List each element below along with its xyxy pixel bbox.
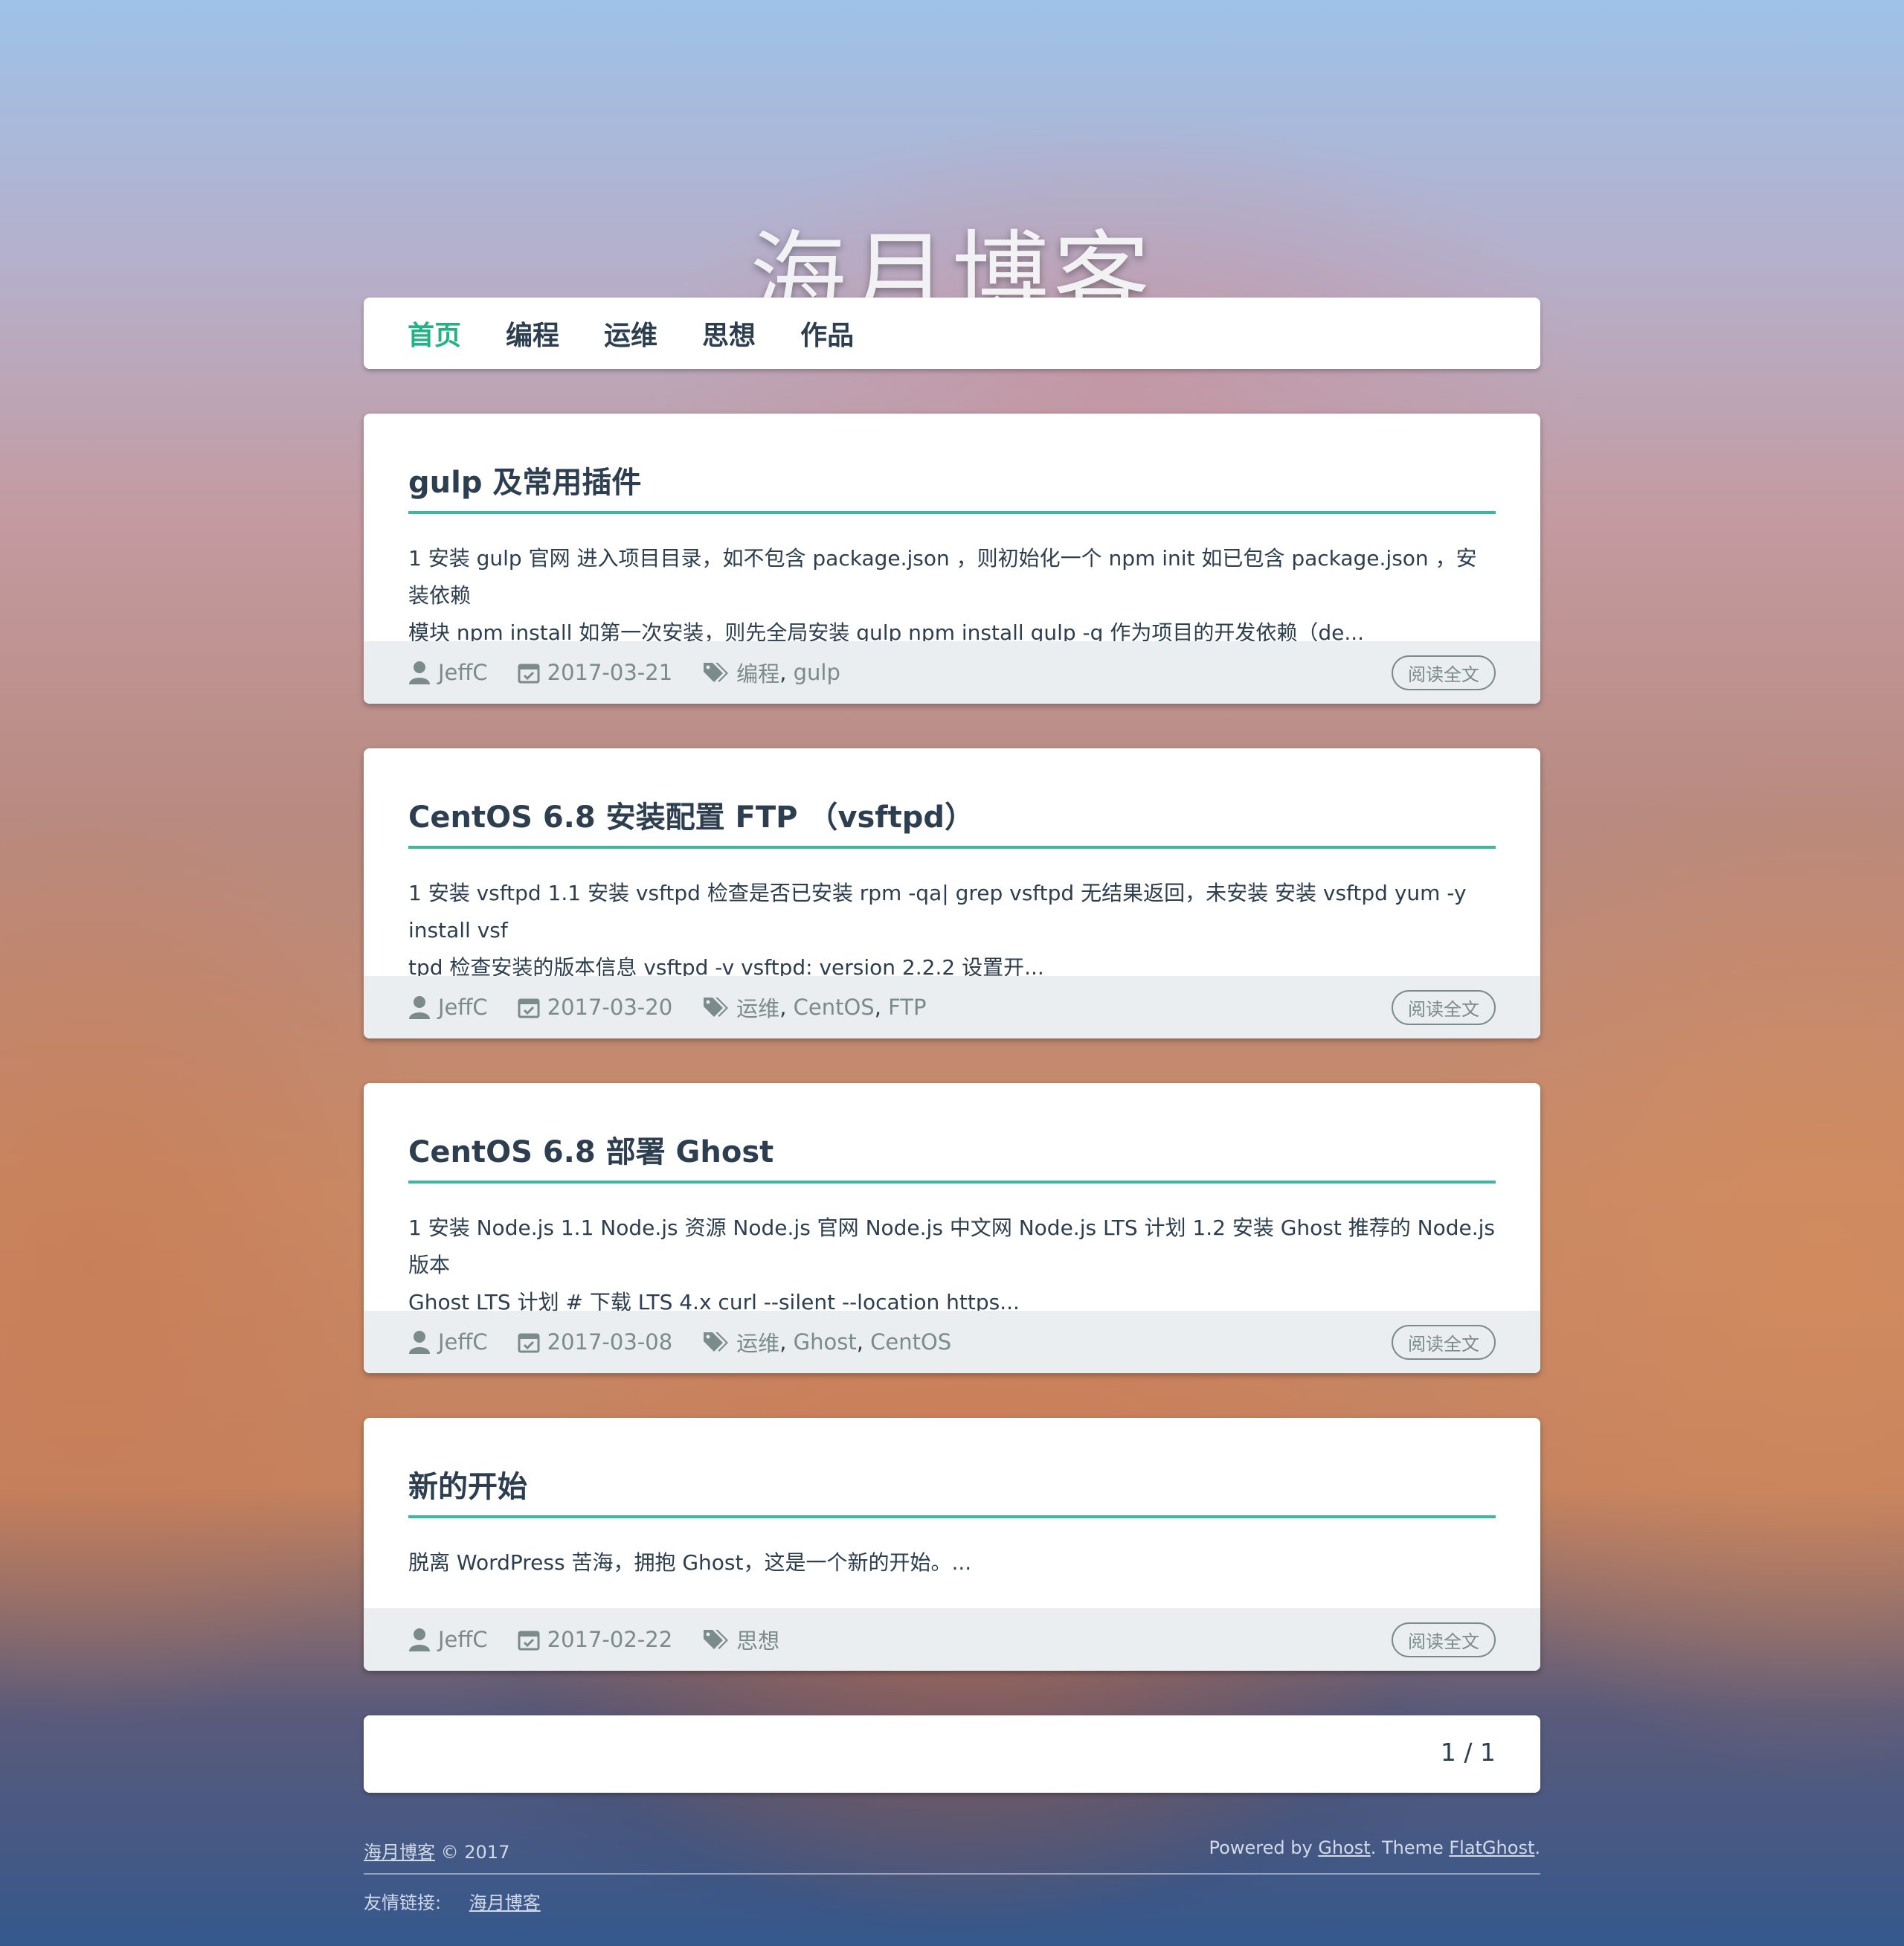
calendar-icon <box>518 998 540 1018</box>
excerpt-line: 1 安装 Node.js 1.1 Node.js 资源 Node.js 官网 N… <box>408 1216 1496 1277</box>
calendar-icon <box>518 664 540 684</box>
tag-link[interactable]: 运维 <box>736 1326 779 1358</box>
user-icon <box>409 661 430 684</box>
nav-item-thoughts[interactable]: 思想 <box>702 314 756 353</box>
nav-item-ops[interactable]: 运维 <box>604 314 657 353</box>
post-date: 2017-03-20 <box>547 995 673 1020</box>
post-card: gulp 及常用插件 1 安装 gulp 官网 进入项目目录，如不包含 pack… <box>364 414 1540 704</box>
post-meta: JeffC 2017-03-08 运维, Ghost, CentOS 阅读全文 <box>364 1311 1540 1373</box>
nav-item-programming[interactable]: 编程 <box>506 314 559 353</box>
powered-prefix: Powered by <box>1209 1837 1319 1858</box>
post-date: 2017-03-08 <box>547 1329 673 1355</box>
user-icon <box>409 996 430 1019</box>
tag-link[interactable]: FTP <box>888 995 926 1020</box>
tag-link[interactable]: 思想 <box>736 1624 779 1655</box>
title-divider <box>408 1181 1496 1184</box>
copyright-text: © 2017 <box>440 1842 510 1863</box>
post-card: CentOS 6.8 部署 Ghost 1 安装 Node.js 1.1 Nod… <box>364 1083 1540 1373</box>
post-author: JeffC <box>438 1329 488 1355</box>
read-more-button[interactable]: 阅读全文 <box>1392 655 1496 690</box>
excerpt-line: 1 安装 vsftpd 1.1 安装 vsftpd 检查是否已安装 rpm -q… <box>408 881 1467 943</box>
page-indicator: 1 / 1 <box>1440 1738 1496 1767</box>
post-author: JeffC <box>438 995 488 1020</box>
calendar-icon <box>518 1631 540 1651</box>
calendar-icon <box>518 1333 540 1353</box>
post-meta: JeffC 2017-03-20 运维, CentOS, FTP 阅读全文 <box>364 976 1540 1038</box>
title-divider <box>408 1515 1496 1518</box>
user-icon <box>409 1628 430 1651</box>
post-title[interactable]: CentOS 6.8 安装配置 FTP （vsftpd） <box>408 793 974 836</box>
user-icon <box>409 1331 430 1354</box>
excerpt-line: 脱离 WordPress 苦海，拥抱 Ghost，这是一个新的开始。... <box>408 1550 972 1575</box>
post-author: JeffC <box>438 660 488 685</box>
tag-link[interactable]: CentOS <box>870 1329 951 1355</box>
nav-item-home[interactable]: 首页 <box>408 314 461 353</box>
tags-icon <box>704 1630 729 1649</box>
post-excerpt: 1 安装 gulp 官网 进入项目目录，如不包含 package.json ，则… <box>408 540 1496 652</box>
post-excerpt: 1 安装 Node.js 1.1 Node.js 资源 Node.js 官网 N… <box>408 1210 1496 1321</box>
tag-link[interactable]: 运维 <box>736 992 779 1023</box>
site-footer: 海月博客 © 2017 Powered by Ghost. Theme Flat… <box>364 1837 1540 1914</box>
powered-by: Powered by Ghost. Theme FlatGhost. <box>1209 1837 1540 1873</box>
tags-icon <box>704 998 729 1017</box>
post-meta: JeffC 2017-03-21 编程, gulp 阅读全文 <box>364 641 1540 704</box>
post-meta: JeffC 2017-02-22 思想 阅读全文 <box>364 1608 1540 1671</box>
tags-icon <box>704 663 729 682</box>
post-excerpt: 脱离 WordPress 苦海，拥抱 Ghost，这是一个新的开始。... <box>408 1544 1496 1581</box>
title-divider <box>408 511 1496 514</box>
read-more-button[interactable]: 阅读全文 <box>1392 1622 1496 1657</box>
ghost-link[interactable]: Ghost <box>1318 1837 1370 1858</box>
post-card: CentOS 6.8 安装配置 FTP （vsftpd） 1 安装 vsftpd… <box>364 748 1540 1038</box>
footer-site-link[interactable]: 海月博客 <box>364 1842 435 1863</box>
post-date: 2017-03-21 <box>547 660 673 685</box>
post-excerpt: 1 安装 vsftpd 1.1 安装 vsftpd 检查是否已安装 rpm -q… <box>408 875 1496 986</box>
title-divider <box>408 846 1496 849</box>
tag-link[interactable]: Ghost <box>794 1329 857 1355</box>
theme-link[interactable]: FlatGhost <box>1449 1837 1534 1858</box>
post-author: JeffC <box>438 1627 488 1652</box>
post-title[interactable]: CentOS 6.8 部署 Ghost <box>408 1128 774 1171</box>
theme-suffix: . <box>1534 1837 1540 1858</box>
theme-prefix: . Theme <box>1370 1837 1450 1858</box>
read-more-button[interactable]: 阅读全文 <box>1392 989 1496 1025</box>
friend-link[interactable]: 海月博客 <box>469 1892 541 1913</box>
excerpt-line: 1 安装 gulp 官网 进入项目目录，如不包含 package.json ，则… <box>408 546 1477 608</box>
read-more-button[interactable]: 阅读全文 <box>1392 1324 1496 1360</box>
tag-link[interactable]: 编程 <box>736 657 779 688</box>
copyright: 海月博客 © 2017 <box>364 1837 509 1873</box>
post-title[interactable]: 新的开始 <box>408 1462 527 1506</box>
nav-item-works[interactable]: 作品 <box>800 314 854 353</box>
friend-links-label: 友情链接: <box>364 1892 442 1913</box>
tags-icon <box>704 1332 729 1352</box>
post-card: 新的开始 脱离 WordPress 苦海，拥抱 Ghost，这是一个新的开始。.… <box>364 1418 1540 1671</box>
tag-link[interactable]: CentOS <box>794 995 875 1020</box>
post-title[interactable]: gulp 及常用插件 <box>408 458 641 501</box>
tag-link[interactable]: gulp <box>794 660 840 685</box>
main-nav: 首页 编程 运维 思想 作品 <box>364 298 1540 369</box>
post-date: 2017-02-22 <box>547 1627 673 1652</box>
pagination: 1 / 1 <box>364 1715 1540 1793</box>
